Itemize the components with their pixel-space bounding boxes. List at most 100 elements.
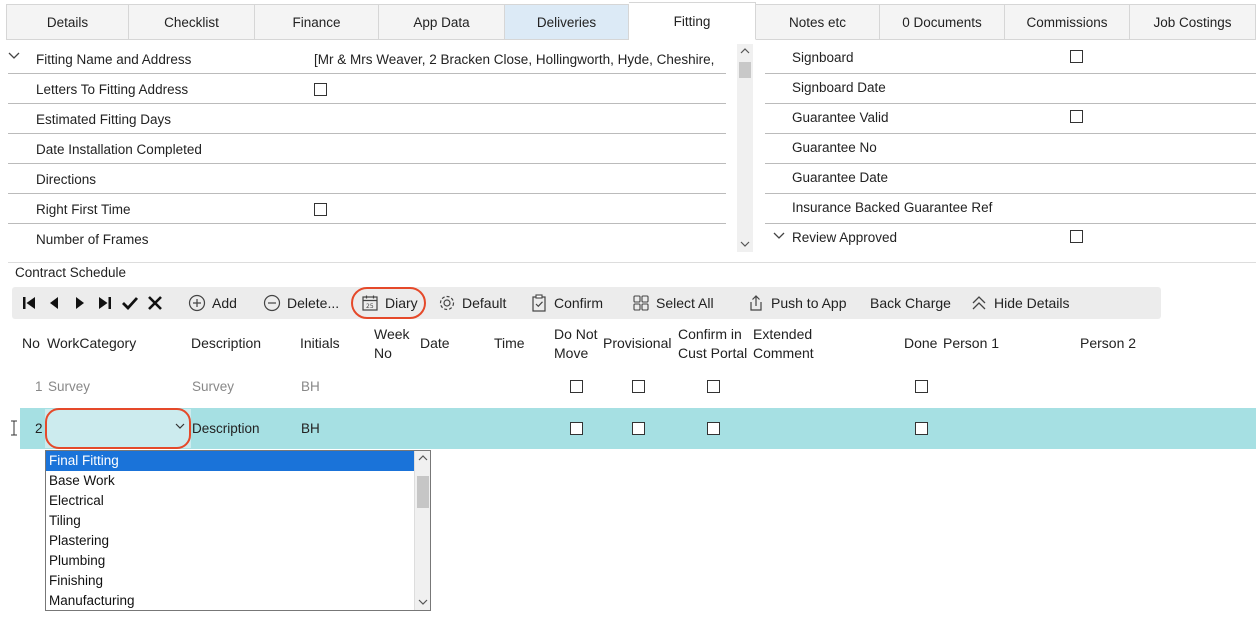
provisional-checkbox[interactable] (632, 422, 645, 435)
field-label: Guarantee Valid (792, 110, 889, 125)
left-panel-scrollbar[interactable] (737, 44, 753, 252)
field-number-of-frames[interactable]: Number of Frames (8, 224, 726, 254)
default-button[interactable]: Default (438, 287, 506, 319)
back-charge-label: Back Charge (870, 295, 951, 311)
confirm-portal-checkbox[interactable] (707, 380, 720, 393)
fitting-address-value[interactable]: [Mr & Mrs Weaver, 2 Bracken Close, Holli… (314, 52, 726, 67)
done-checkbox[interactable] (915, 380, 928, 393)
field-estimated-fitting-days[interactable]: Estimated Fitting Days (8, 104, 726, 134)
row-initials[interactable]: BH (301, 379, 320, 394)
delete-button[interactable]: Delete... (263, 287, 339, 319)
cancel-close-icon[interactable] (147, 295, 163, 316)
dropdown-option-final-fitting[interactable]: Final Fitting (46, 451, 414, 471)
dropdown-option-tiling[interactable]: Tiling (46, 511, 414, 531)
field-fitting-name-address[interactable]: Fitting Name and Address [Mr & Mrs Weave… (8, 44, 726, 74)
gear-icon (439, 295, 455, 311)
dropdown-option-plastering[interactable]: Plastering (46, 531, 414, 551)
add-button[interactable]: Add (188, 287, 237, 319)
scrollbar-thumb[interactable] (739, 62, 751, 78)
confirm-portal-checkbox[interactable] (707, 422, 720, 435)
first-record-icon[interactable] (22, 295, 36, 316)
scroll-down-icon[interactable] (418, 597, 428, 608)
tab-details[interactable]: Details (6, 4, 129, 40)
contract-schedule-toolbar: Add Delete... 25 Diary Default Confirm S… (12, 287, 1161, 319)
field-insurance-backed-guarantee-ref[interactable]: Insurance Backed Guarantee Ref (765, 194, 1256, 224)
previous-record-icon[interactable] (48, 295, 60, 316)
work-category-dropdown-list[interactable]: Final Fitting Base Work Electrical Tilin… (45, 450, 431, 611)
save-check-icon[interactable] (121, 295, 139, 316)
contract-schedule-title: Contract Schedule (15, 265, 127, 280)
header-do-not-move-line1: Do Not (554, 326, 598, 342)
done-checkbox[interactable] (915, 422, 928, 435)
last-record-icon[interactable] (98, 295, 112, 316)
header-description[interactable]: Description (191, 334, 261, 353)
header-work-category[interactable]: WorkCategory (47, 334, 136, 353)
header-initials[interactable]: Initials (300, 334, 340, 353)
right-first-time-checkbox[interactable] (314, 203, 327, 216)
field-label: Estimated Fitting Days (36, 112, 172, 127)
header-date[interactable]: Date (420, 334, 450, 353)
row-work-category[interactable]: Survey (48, 379, 90, 394)
letters-to-fitting-address-checkbox[interactable] (314, 83, 327, 96)
review-approved-checkbox[interactable] (1070, 230, 1083, 243)
signboard-checkbox[interactable] (1070, 50, 1083, 63)
field-directions[interactable]: Directions (8, 164, 726, 194)
field-label: Signboard Date (792, 80, 886, 95)
header-person-1[interactable]: Person 1 (943, 334, 999, 353)
hide-details-button[interactable]: Hide Details (970, 287, 1069, 319)
field-guarantee-no[interactable]: Guarantee No (765, 134, 1256, 164)
header-extended-comment[interactable]: Extended Comment (753, 325, 814, 363)
chevron-down-icon[interactable] (8, 51, 20, 63)
tab-fitting[interactable]: Fitting (629, 2, 756, 40)
header-confirm-line2: Cust Portal (678, 345, 748, 361)
tab-commissions[interactable]: Commissions (1005, 4, 1130, 40)
header-time[interactable]: Time (494, 334, 525, 353)
field-label: Right First Time (36, 202, 131, 217)
header-done[interactable]: Done (904, 334, 937, 353)
tab-job-costings[interactable]: Job Costings (1130, 4, 1256, 40)
field-letters-to-fitting-address: Letters To Fitting Address (8, 74, 726, 104)
back-charge-button[interactable]: Back Charge (870, 287, 951, 319)
row-description[interactable]: Description (192, 421, 260, 436)
guarantee-valid-checkbox[interactable] (1070, 110, 1083, 123)
hide-details-label: Hide Details (994, 295, 1070, 311)
tab-deliveries[interactable]: Deliveries (505, 4, 629, 40)
header-do-not-move[interactable]: Do Not Move (554, 325, 598, 363)
field-date-installation-completed[interactable]: Date Installation Completed (8, 134, 726, 164)
dropdown-option-plumbing[interactable]: Plumbing (46, 551, 414, 571)
do-not-move-checkbox[interactable] (570, 380, 583, 393)
header-person-2[interactable]: Person 2 (1080, 334, 1136, 353)
row-description[interactable]: Survey (192, 379, 234, 394)
push-to-app-button[interactable]: Push to App (747, 287, 847, 319)
scroll-up-icon[interactable] (740, 46, 750, 57)
field-guarantee-date[interactable]: Guarantee Date (765, 164, 1256, 194)
chevron-down-icon[interactable] (773, 231, 785, 243)
tab-documents[interactable]: 0 Documents (880, 4, 1005, 40)
table-row-selected[interactable]: 2 Description BH (20, 408, 1256, 449)
header-provisional[interactable]: Provisional (603, 334, 671, 353)
select-all-button[interactable]: Select All (632, 287, 714, 319)
tab-checklist[interactable]: Checklist (129, 4, 255, 40)
dropdown-option-finishing[interactable]: Finishing (46, 571, 414, 591)
tab-finance[interactable]: Finance (255, 4, 379, 40)
tab-notes-etc[interactable]: Notes etc (756, 4, 880, 40)
dropdown-option-manufacturing[interactable]: Manufacturing (46, 591, 414, 611)
header-week-no[interactable]: Week No (374, 325, 410, 363)
tab-app-data[interactable]: App Data (379, 4, 505, 40)
scroll-up-icon[interactable] (418, 453, 428, 464)
dropdown-option-electrical[interactable]: Electrical (46, 491, 414, 511)
dropdown-option-base-work[interactable]: Base Work (46, 471, 414, 491)
do-not-move-checkbox[interactable] (570, 422, 583, 435)
provisional-checkbox[interactable] (632, 380, 645, 393)
header-no[interactable]: No (22, 334, 40, 353)
double-chevron-up-icon (972, 296, 986, 310)
field-signboard-date[interactable]: Signboard Date (765, 74, 1256, 104)
next-record-icon[interactable] (74, 295, 86, 316)
scrollbar-thumb[interactable] (417, 476, 429, 508)
dropdown-scrollbar[interactable] (414, 451, 430, 610)
scroll-down-icon[interactable] (740, 239, 750, 250)
row-initials[interactable]: BH (301, 421, 320, 436)
table-row[interactable]: 1 Survey Survey BH (20, 371, 1256, 403)
confirm-button[interactable]: Confirm (530, 287, 603, 319)
header-confirm-in-cust-portal[interactable]: Confirm in Cust Portal (678, 325, 747, 363)
